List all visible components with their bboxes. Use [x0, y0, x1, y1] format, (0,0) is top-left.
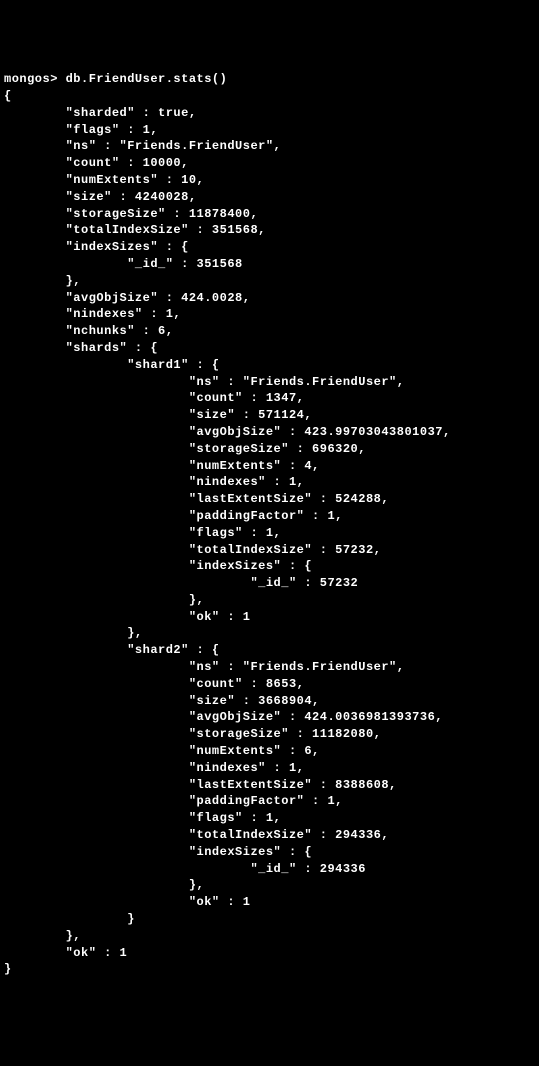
terminal-line: "shards" : {: [4, 341, 158, 355]
terminal-line: "size" : 571124,: [4, 408, 312, 422]
terminal-line: },: [4, 593, 204, 607]
terminal-line: "sharded" : true,: [4, 106, 197, 120]
terminal-line: "storageSize" : 696320,: [4, 442, 366, 456]
terminal-line: "ns" : "Friends.FriendUser",: [4, 139, 281, 153]
terminal-line: "numExtents" : 10,: [4, 173, 204, 187]
terminal-output[interactable]: mongos> db.FriendUser.stats() { "sharded…: [4, 71, 535, 978]
terminal-line: "totalIndexSize" : 351568,: [4, 223, 266, 237]
terminal-line: "nindexes" : 1,: [4, 307, 181, 321]
terminal-line: "nindexes" : 1,: [4, 761, 304, 775]
terminal-line: "_id_" : 351568: [4, 257, 243, 271]
terminal-line: "numExtents" : 4,: [4, 459, 320, 473]
terminal-line: },: [4, 626, 143, 640]
terminal-line: "nchunks" : 6,: [4, 324, 173, 338]
terminal-line: "flags" : 1,: [4, 123, 158, 137]
terminal-line: "ok" : 1: [4, 946, 127, 960]
terminal-line: "storageSize" : 11878400,: [4, 207, 258, 221]
terminal-line: "nindexes" : 1,: [4, 475, 304, 489]
terminal-line: "flags" : 1,: [4, 526, 281, 540]
terminal-line: mongos> db.FriendUser.stats(): [4, 72, 227, 86]
terminal-line: "indexSizes" : {: [4, 559, 312, 573]
terminal-line: }: [4, 912, 135, 926]
terminal-line: "ok" : 1: [4, 610, 250, 624]
terminal-line: "totalIndexSize" : 294336,: [4, 828, 389, 842]
terminal-line: "avgObjSize" : 424.0028,: [4, 291, 250, 305]
terminal-line: "shard1" : {: [4, 358, 220, 372]
terminal-line: "paddingFactor" : 1,: [4, 509, 343, 523]
terminal-line: "avgObjSize" : 424.0036981393736,: [4, 710, 443, 724]
terminal-line: "_id_" : 294336: [4, 862, 366, 876]
terminal-line: "ns" : "Friends.FriendUser",: [4, 375, 404, 389]
terminal-line: "size" : 4240028,: [4, 190, 197, 204]
terminal-line: "count" : 8653,: [4, 677, 304, 691]
terminal-line: "shard2" : {: [4, 643, 220, 657]
terminal-line: "count" : 10000,: [4, 156, 189, 170]
terminal-line: "indexSizes" : {: [4, 240, 189, 254]
terminal-line: },: [4, 878, 204, 892]
terminal-line: "totalIndexSize" : 57232,: [4, 543, 381, 557]
terminal-line: "numExtents" : 6,: [4, 744, 320, 758]
terminal-line: },: [4, 274, 81, 288]
terminal-line: }: [4, 962, 12, 976]
terminal-line: "storageSize" : 11182080,: [4, 727, 381, 741]
terminal-line: "_id_" : 57232: [4, 576, 358, 590]
terminal-line: "avgObjSize" : 423.99703043801037,: [4, 425, 451, 439]
terminal-line: "paddingFactor" : 1,: [4, 794, 343, 808]
terminal-line: },: [4, 929, 81, 943]
terminal-line: {: [4, 89, 12, 103]
terminal-line: "flags" : 1,: [4, 811, 281, 825]
terminal-line: "count" : 1347,: [4, 391, 304, 405]
terminal-line: "indexSizes" : {: [4, 845, 312, 859]
terminal-line: "lastExtentSize" : 8388608,: [4, 778, 397, 792]
terminal-line: "ok" : 1: [4, 895, 250, 909]
terminal-line: "size" : 3668904,: [4, 694, 320, 708]
terminal-line: "ns" : "Friends.FriendUser",: [4, 660, 404, 674]
terminal-line: "lastExtentSize" : 524288,: [4, 492, 389, 506]
